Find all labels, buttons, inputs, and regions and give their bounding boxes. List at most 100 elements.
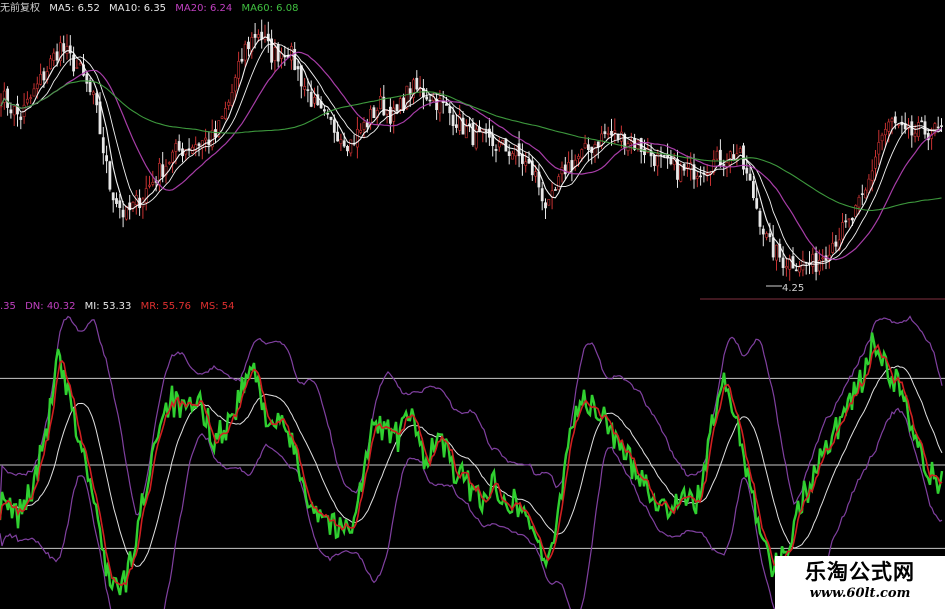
candle-body [39,74,43,85]
candle-body [237,61,241,79]
candle-body [857,196,861,208]
legend-ms: MS: 54 [200,301,235,312]
candle-body [167,162,171,164]
candle-body [874,156,877,169]
candle-body [841,222,844,240]
candle-body [854,205,858,217]
candle-body [695,175,699,179]
candle-body [534,171,538,177]
candle-body [870,170,874,181]
candle-body [224,108,227,120]
candle-body [880,134,884,142]
candle-body [511,153,514,160]
candle-body [385,110,389,115]
legend-up-partial: .35 [0,301,16,312]
candle [557,173,561,191]
candle-body [115,198,118,204]
candle-body [299,65,303,87]
candle-body [415,77,419,90]
candle-body [68,45,72,54]
candle-body [583,143,587,149]
candle-body [346,146,349,152]
candle-body [336,131,340,142]
legend-dn: DN: 40.32 [25,301,76,312]
candle-body [821,257,825,260]
candle-body [359,130,363,133]
candle-body [75,67,79,69]
candle-body [9,109,13,114]
candle-body [148,184,151,187]
candle-body [643,148,646,156]
candle-body [781,257,785,268]
candle-body [105,155,109,162]
candle-body [62,43,66,52]
candle-body [177,141,181,151]
candle-body [847,218,851,221]
oscillator-legend: .35 DN: 40.32 MI: 53.33 MR: 55.76 MS: 54 [0,301,240,312]
candle-body [233,77,237,92]
candle-body [897,124,901,126]
candle-body [448,106,452,114]
candle-body [88,80,92,93]
candle-body [603,131,607,135]
candle-body [395,104,399,112]
candle-body [596,141,600,148]
candle-body [425,96,429,100]
candle-body [25,98,29,104]
candle-body [613,130,617,134]
candle-body [118,200,122,208]
candle-body [72,54,76,72]
candle-body [349,139,353,154]
candle-body [372,107,376,119]
candle-body [507,151,511,156]
candle-body [606,133,610,135]
candle-body [940,125,943,127]
candle-body [850,217,854,221]
candle-body [722,164,726,166]
candle-body [461,117,465,135]
candle-body [738,148,742,154]
candle-body [398,98,402,110]
candle-body [214,129,217,138]
candle-body [454,124,458,128]
candle [854,204,858,218]
candle-body [161,164,165,177]
candle-body [451,114,455,126]
candle-body [339,139,343,144]
candle-body [273,47,277,61]
candle-body [329,116,333,120]
candle-body [834,241,838,247]
candle-body [313,97,316,104]
candle-body [936,126,940,129]
candle-body [784,266,788,269]
candle-body [322,109,326,112]
candle-body [92,91,95,95]
watermark-logo: 乐淘公式网 www.60lt.com [775,556,945,609]
candle-body [715,150,719,160]
candle-body [95,93,99,106]
candle-body [679,165,683,182]
candle-body [669,157,673,165]
candle-body [893,116,897,124]
candle-body [78,63,82,66]
candle-body [580,149,584,159]
candle-body [662,155,666,157]
candle-body [563,164,567,175]
candle-body [540,188,544,202]
candle-body [699,175,703,178]
candle-body [771,237,775,258]
candle-body [230,92,234,106]
candle-body [913,132,917,137]
candle-body [65,46,69,54]
legend-ma20: MA20: 6.24 [175,3,233,14]
legend-mr: MR: 55.76 [140,301,192,312]
candle-body [728,151,732,165]
candle-body [883,129,887,136]
watermark-url: www.60lt.com [809,586,911,601]
candle-body [240,58,244,62]
candle-body [326,112,330,115]
candle-body [877,142,881,155]
candle-body [42,71,46,81]
candle-body [174,143,178,152]
candle-body [227,101,231,106]
